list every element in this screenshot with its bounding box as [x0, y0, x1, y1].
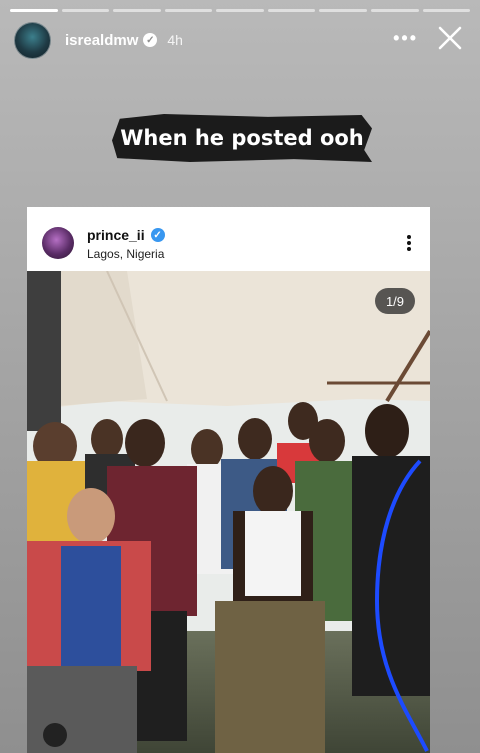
- post-header: prince_ii ✓ Lagos, Nigeria: [27, 207, 430, 271]
- carousel-counter: 1/9: [375, 288, 415, 314]
- progress-segment: [113, 9, 161, 12]
- progress-segment: [61, 9, 110, 12]
- more-icon[interactable]: •••: [393, 28, 418, 49]
- post-username[interactable]: prince_ii: [87, 227, 145, 243]
- progress-segment: [319, 9, 367, 12]
- progress-segment: [164, 9, 213, 12]
- post-avatar[interactable]: [42, 227, 74, 259]
- progress-segment: [370, 9, 419, 12]
- post-more-icon[interactable]: [406, 233, 412, 253]
- story-progress-bar: [10, 9, 471, 12]
- progress-segment: [10, 9, 58, 12]
- verified-badge-icon: ✓: [143, 33, 158, 47]
- close-icon[interactable]: [434, 22, 466, 54]
- story-header: isrealdmw ✓ 4h •••: [14, 20, 466, 60]
- avatar[interactable]: [14, 21, 51, 59]
- reel-icon[interactable]: [43, 723, 67, 747]
- post-location[interactable]: Lagos, Nigeria: [87, 247, 164, 261]
- progress-segment: [267, 9, 316, 12]
- progress-segment: [422, 9, 471, 12]
- progress-segment: [216, 9, 264, 12]
- post-username-row[interactable]: prince_ii ✓: [87, 227, 165, 243]
- group-photo-illustration: [27, 271, 430, 753]
- story-caption: When he posted ooh: [112, 114, 372, 162]
- story-time: 4h: [167, 32, 183, 48]
- verified-badge-icon: ✓: [150, 228, 165, 242]
- post-photo[interactable]: 1/9: [27, 271, 430, 753]
- story-username[interactable]: isrealdmw: [65, 32, 138, 49]
- shared-post-card[interactable]: prince_ii ✓ Lagos, Nigeria 1/9: [27, 207, 430, 753]
